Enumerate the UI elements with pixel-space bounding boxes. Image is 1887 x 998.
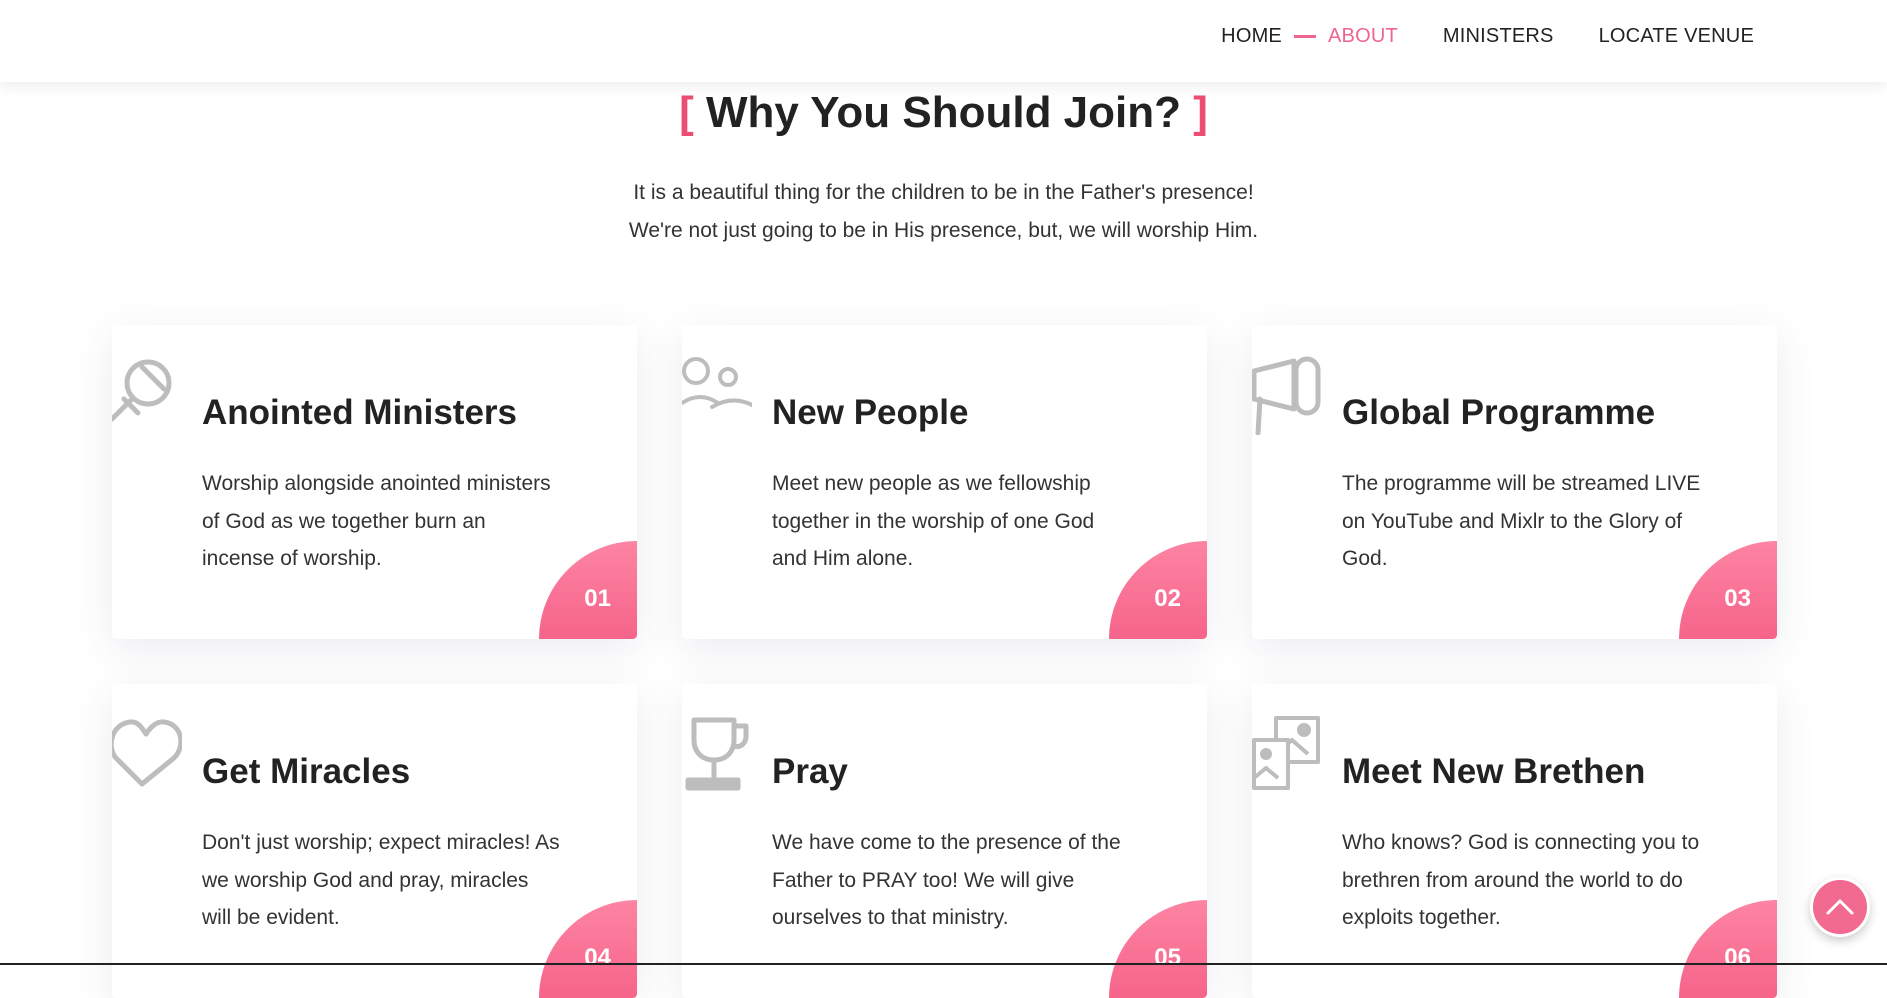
navbar: HOME ABOUT MINISTERS LOCATE VENUE [0, 0, 1887, 82]
feature-card: Global Programme The programme will be s… [1252, 325, 1777, 639]
subtitle-line-2: We're not just going to be in His presen… [628, 219, 1259, 242]
photos-icon [1252, 714, 1322, 794]
card-title: Global Programme [1342, 393, 1656, 432]
chevron-up-icon [1826, 899, 1854, 915]
nav-home[interactable]: HOME [1221, 25, 1282, 48]
card-number: 04 [584, 944, 611, 971]
feature-card: Meet New Brethen Who knows? God is conne… [1252, 684, 1777, 998]
card-title: Anointed Ministers [202, 393, 518, 432]
feature-card: New People Meet new people as we fellows… [682, 325, 1207, 639]
card-number: 03 [1724, 585, 1751, 612]
card-number: 05 [1154, 944, 1181, 971]
subtitle-line-1: It is a beautiful thing for the children… [633, 181, 1254, 204]
heart-icon [112, 714, 184, 794]
card-number: 01 [584, 585, 611, 612]
nav-ministers[interactable]: MINISTERS [1443, 25, 1554, 48]
card-text: Meet new people as we fellowship togethe… [772, 472, 1095, 570]
section-title: [ Why You Should Join? ] [0, 88, 1887, 138]
active-indicator [1293, 35, 1316, 38]
card-number: 02 [1154, 585, 1181, 612]
card-text: Don't just worship; expect miracles! As … [202, 831, 560, 929]
people-icon [682, 355, 754, 435]
microphone-icon [112, 355, 182, 435]
scroll-to-top-button[interactable] [1810, 877, 1870, 937]
card-text: Who knows? God is connecting you to bret… [1342, 831, 1700, 929]
card-title: Get Miracles [202, 752, 411, 791]
section-subtitle: It is a beautiful thing for the children… [0, 174, 1887, 250]
card-text: Worship alongside anointed ministers of … [202, 472, 551, 570]
card-text: The programme will be streamed LIVE on Y… [1342, 472, 1701, 570]
section-title-text: Why You Should Join? [706, 88, 1181, 137]
bracket-close: ] [1193, 88, 1208, 137]
card-title: Pray [772, 752, 848, 791]
nav-locate-venue[interactable]: LOCATE VENUE [1599, 25, 1754, 48]
card-title: New People [772, 393, 969, 432]
card-number: 06 [1724, 944, 1751, 971]
nav-links: HOME ABOUT MINISTERS LOCATE VENUE [1221, 25, 1754, 48]
feature-card: Pray We have come to the presence of the… [682, 684, 1207, 998]
card-text: We have come to the presence of the Fath… [772, 831, 1121, 929]
bracket-open: [ [679, 88, 694, 137]
trophy-icon [682, 714, 752, 794]
feature-card: Anointed Ministers Worship alongside ano… [112, 325, 637, 639]
megaphone-icon [1252, 355, 1322, 436]
nav-about[interactable]: ABOUT [1328, 25, 1398, 48]
card-title: Meet New Brethen [1342, 752, 1646, 791]
feature-card: Get Miracles Don't just worship; expect … [112, 684, 637, 998]
